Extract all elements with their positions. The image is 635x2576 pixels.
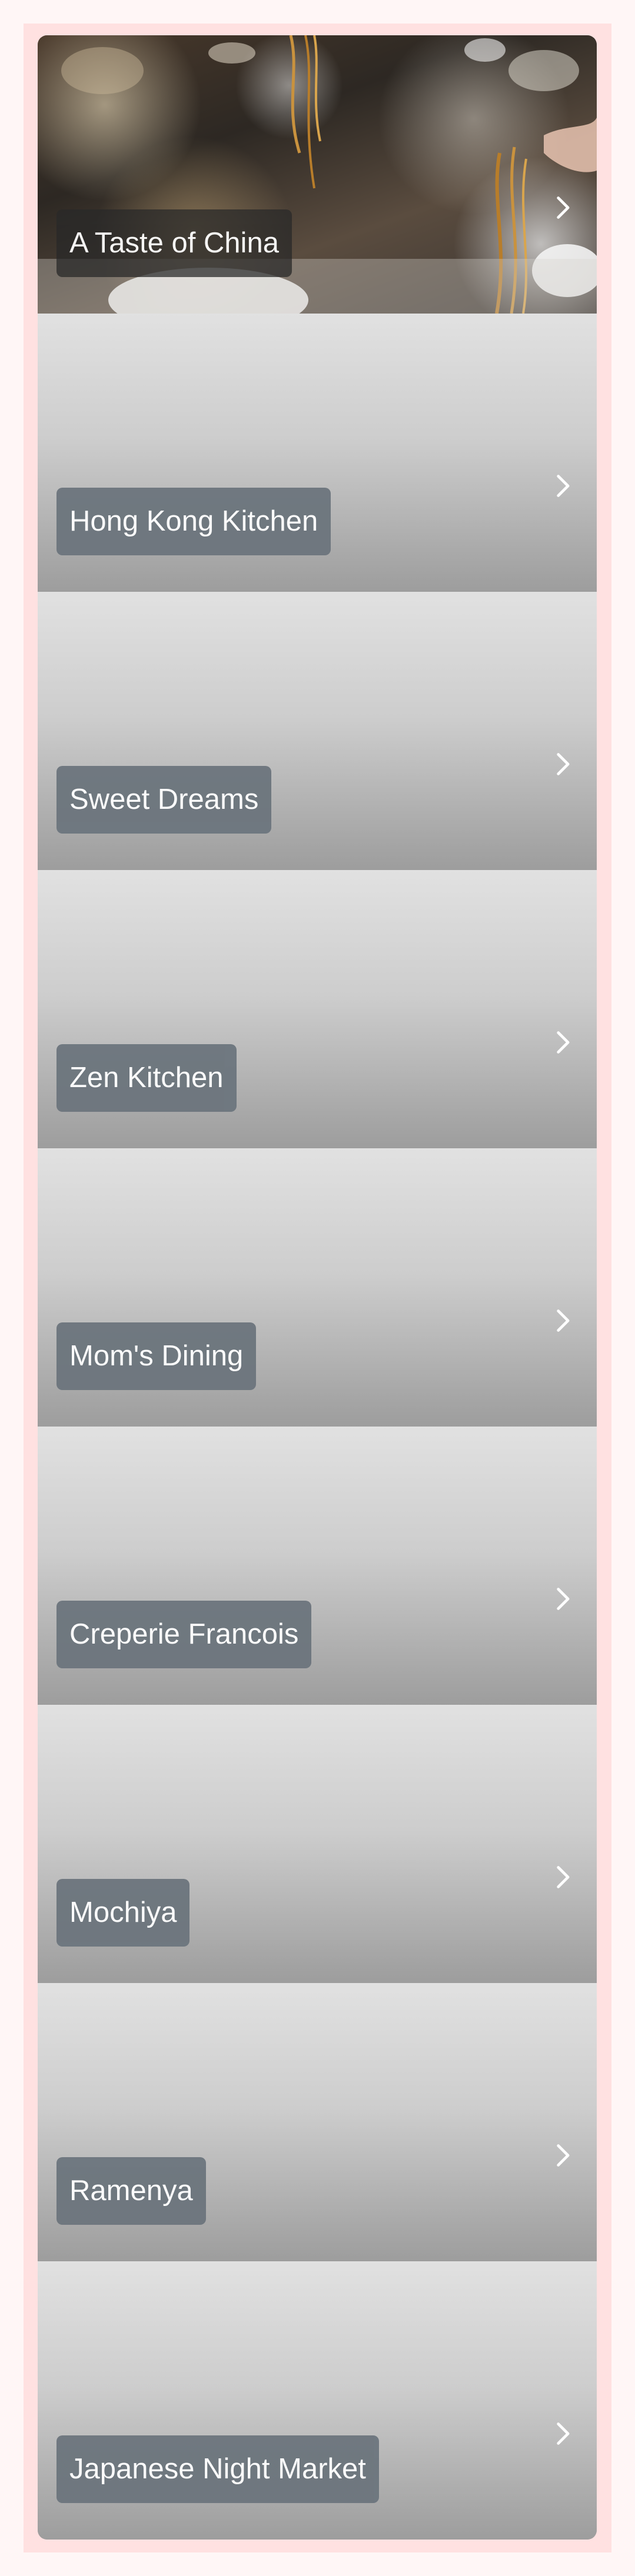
chevron-right-icon xyxy=(550,1029,576,1055)
restaurant-name: Ramenya xyxy=(56,2157,206,2225)
restaurant-card-sweet-dreams[interactable]: Sweet Dreams xyxy=(38,592,597,870)
restaurant-card-creperie-francois[interactable]: Creperie Francois xyxy=(38,1427,597,1705)
chevron-right-icon xyxy=(550,1308,576,1334)
restaurant-card-zen-kitchen[interactable]: Zen Kitchen xyxy=(38,870,597,1148)
restaurant-card-mochiya[interactable]: Mochiya xyxy=(38,1705,597,1983)
restaurant-name: A Taste of China xyxy=(56,209,292,277)
restaurant-card-a-taste-of-china[interactable]: A Taste of China xyxy=(38,35,597,314)
chevron-right-icon xyxy=(550,2421,576,2447)
restaurant-name: Japanese Night Market xyxy=(56,2435,379,2503)
chevron-right-icon xyxy=(550,195,576,221)
restaurant-name: Creperie Francois xyxy=(56,1601,312,1668)
restaurant-name: Hong Kong Kitchen xyxy=(56,488,331,555)
restaurant-name: Mom's Dining xyxy=(56,1322,257,1390)
restaurant-list: A Taste of China Hong Kong Kitchen Sweet… xyxy=(38,35,597,2540)
restaurant-card-ramenya[interactable]: Ramenya xyxy=(38,1983,597,2261)
chevron-right-icon xyxy=(550,1586,576,1612)
restaurant-card-japanese-night-market[interactable]: Japanese Night Market xyxy=(38,2261,597,2540)
chevron-right-icon xyxy=(550,1864,576,1890)
restaurant-name: Mochiya xyxy=(56,1879,190,1947)
restaurant-name: Sweet Dreams xyxy=(56,766,272,834)
chevron-right-icon xyxy=(550,751,576,777)
restaurant-name: Zen Kitchen xyxy=(56,1044,237,1112)
page-frame: A Taste of China Hong Kong Kitchen Sweet… xyxy=(24,24,611,2552)
restaurant-card-moms-dining[interactable]: Mom's Dining xyxy=(38,1148,597,1427)
chevron-right-icon xyxy=(550,473,576,499)
chevron-right-icon xyxy=(550,2142,576,2168)
restaurant-card-hong-kong-kitchen[interactable]: Hong Kong Kitchen xyxy=(38,314,597,592)
